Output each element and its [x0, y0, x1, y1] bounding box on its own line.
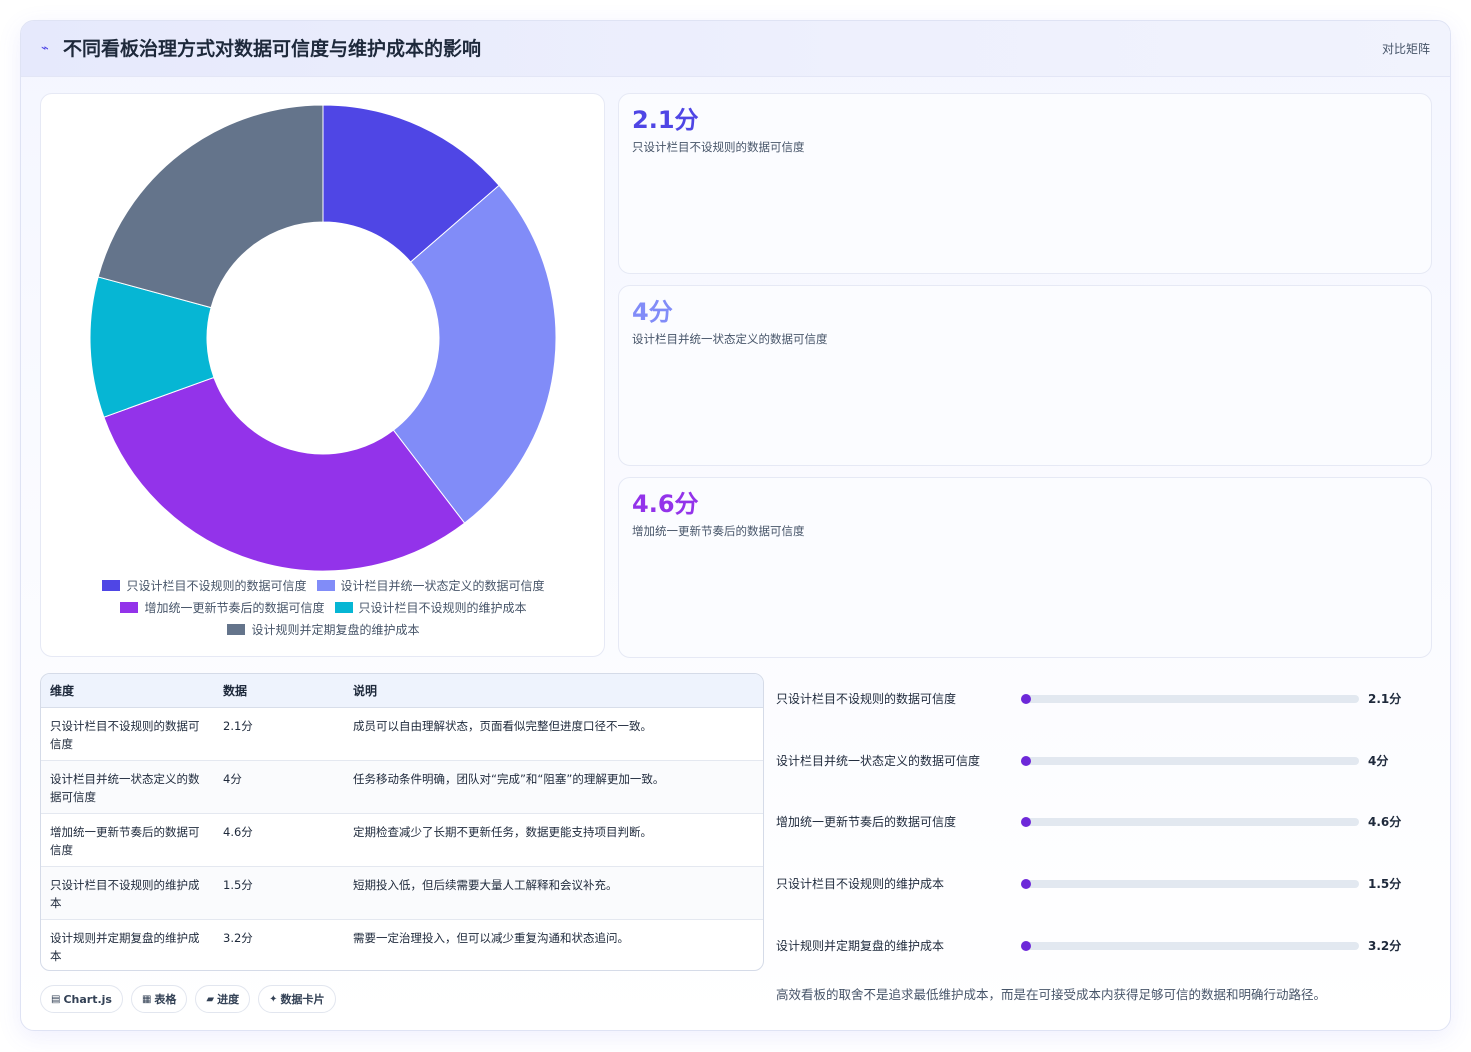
progress-dot — [1021, 879, 1031, 889]
kpi-card-3: 4.6分 增加统一更新节奏后的数据可信度 — [618, 477, 1432, 658]
table-cell-data: 2.1分 — [214, 707, 344, 761]
progress-dot — [1021, 817, 1031, 827]
progress-track — [1021, 817, 1359, 827]
progress-track — [1021, 879, 1359, 889]
chip-progress[interactable]: ▰ 进度 — [195, 985, 251, 1013]
progress-track — [1021, 941, 1359, 951]
table-cell-description: 成员可以自由理解状态，页面看似完整但进度口径不一致。 — [344, 707, 763, 761]
page-title: 不同看板治理方式对数据可信度与维护成本的影响 — [63, 38, 482, 60]
legend-label: 增加统一更新节奏后的数据可信度 — [144, 600, 325, 615]
table-cell-description: 任务移动条件明确，团队对“完成”和“阻塞”的理解更加一致。 — [344, 760, 763, 814]
legend-swatch — [120, 601, 139, 613]
chip-label: 数据卡片 — [280, 993, 325, 1006]
sparkline-icon: ⌁ — [41, 41, 49, 56]
legend-swatch — [102, 579, 121, 591]
kpi-label: 只设计栏目不设规则的数据可信度 — [632, 140, 805, 154]
table-cell-dimension: 设计栏目并统一状态定义的数据可信度 — [41, 760, 214, 814]
table-cell-description: 定期检查减少了长期不更新任务，数据更能支持项目判断。 — [344, 813, 763, 867]
table-row: 只设计栏目不设规则的维护成本 1.5分 短期投入低，但后续需要大量人工解释和会议… — [41, 866, 763, 920]
progress-value: 3.2分 — [1368, 939, 1402, 953]
progress-row: 设计规则并定期复盘的维护成本 3.2分 — [776, 934, 1432, 958]
legend-label: 设计规则并定期复盘的维护成本 — [251, 622, 420, 637]
table-row: 设计规则并定期复盘的维护成本 3.2分 需要一定治理投入，但可以减少重复沟通和状… — [41, 919, 763, 970]
table-cell-data: 4分 — [214, 760, 344, 814]
sparkle-icon: ✦ — [269, 993, 278, 1005]
legend-item[interactable]: 设计规则并定期复盘的维护成本 — [227, 618, 420, 640]
donut-slice-3[interactable] — [103, 376, 466, 572]
progress-value: 1.5分 — [1368, 877, 1402, 891]
progress-value: 2.1分 — [1368, 692, 1402, 706]
header-bar: ⌁ 不同看板治理方式对数据可信度与维护成本的影响 对比矩阵 — [21, 21, 1450, 77]
chip-label: Chart.js — [63, 992, 112, 1006]
donut-chart — [89, 104, 557, 572]
comparison-matrix-link[interactable]: 对比矩阵 — [1382, 41, 1430, 57]
table-cell-dimension: 只设计栏目不设规则的数据可信度 — [41, 707, 214, 761]
progress-row: 设计栏目并统一状态定义的数据可信度 4分 — [776, 749, 1432, 773]
table-cell-dimension: 增加统一更新节奏后的数据可信度 — [41, 813, 214, 867]
progress-label: 只设计栏目不设规则的维护成本 — [776, 877, 945, 891]
legend-item[interactable]: 只设计栏目不设规则的数据可信度 — [102, 574, 307, 596]
table-cell-data: 3.2分 — [223, 930, 253, 945]
progress-value: 4.6分 — [1368, 815, 1402, 829]
progress-track — [1021, 694, 1359, 704]
footer-note: 高效看板的取舍不是追求最低维护成本，而是在可接受成本内获得足够可信的数据和明确行… — [776, 987, 1327, 1002]
legend-item[interactable]: 设计栏目并统一状态定义的数据可信度 — [316, 574, 545, 596]
progress-dot — [1021, 756, 1031, 766]
progress-icon: ▰ — [206, 993, 215, 1005]
table-icon: ▦ — [141, 993, 152, 1005]
kpi-value: 4分 — [632, 298, 673, 326]
progress-row: 只设计栏目不设规则的维护成本 1.5分 — [776, 872, 1432, 896]
chip-chartjs[interactable]: ▤ Chart.js — [40, 985, 123, 1013]
table-header-row: 维度 数据 说明 — [41, 674, 763, 708]
progress-value: 4分 — [1368, 754, 1389, 768]
progress-label: 设计规则并定期复盘的维护成本 — [776, 939, 945, 953]
table-header-description: 说明 — [344, 674, 763, 708]
legend-item[interactable]: 只设计栏目不设规则的维护成本 — [334, 596, 527, 618]
chip-data-cards[interactable]: ✦ 数据卡片 — [258, 985, 336, 1013]
kpi-card-2: 4分 设计栏目并统一状态定义的数据可信度 — [618, 285, 1432, 466]
legend-swatch — [334, 601, 353, 613]
kpi-value: 2.1分 — [632, 106, 699, 134]
table-header-data: 数据 — [214, 674, 344, 708]
table-row: 只设计栏目不设规则的数据可信度 2.1分 成员可以自由理解状态，页面看似完整但进… — [41, 707, 763, 761]
legend-swatch — [227, 623, 246, 635]
legend-swatch — [316, 579, 335, 591]
progress-dot — [1021, 694, 1031, 704]
table-cell-data: 4.6分 — [214, 813, 344, 867]
legend-label: 只设计栏目不设规则的维护成本 — [358, 600, 527, 615]
progress-row: 增加统一更新节奏后的数据可信度 4.6分 — [776, 810, 1432, 834]
table-header-dimension: 维度 — [41, 674, 214, 708]
kpi-value: 4.6分 — [632, 490, 699, 518]
legend-label: 设计栏目并统一状态定义的数据可信度 — [340, 578, 545, 593]
data-table: 维度 数据 说明 只设计栏目不设规则的数据可信度 2.1分 成员可以自由理解状态… — [40, 673, 764, 971]
chip-bar: ▤ Chart.js ▦ 表格 ▰ 进度 ✦ 数据卡片 — [40, 985, 344, 1013]
table-row: 增加统一更新节奏后的数据可信度 4.6分 定期检查减少了长期不更新任务，数据更能… — [41, 813, 763, 867]
progress-label: 设计栏目并统一状态定义的数据可信度 — [776, 754, 981, 768]
donut-chart-card: 只设计栏目不设规则的数据可信度 设计栏目并统一状态定义的数据可信度 增加统一更新节奏… — [40, 93, 605, 657]
kpi-label: 设计栏目并统一状态定义的数据可信度 — [632, 332, 828, 346]
chart-legend: 只设计栏目不设规则的数据可信度 设计栏目并统一状态定义的数据可信度 增加统一更新节奏… — [61, 574, 586, 640]
kpi-label: 增加统一更新节奏后的数据可信度 — [632, 524, 805, 538]
table-row: 设计栏目并统一状态定义的数据可信度 4分 任务移动条件明确，团队对“完成”和“阻… — [41, 760, 763, 814]
legend-item[interactable]: 增加统一更新节奏后的数据可信度 — [120, 596, 325, 618]
table-cell-description: 需要一定治理投入，但可以减少重复沟通和状态追问。 — [353, 930, 629, 945]
progress-label: 只设计栏目不设规则的数据可信度 — [776, 692, 957, 706]
chip-label: 表格 — [154, 993, 177, 1006]
kpi-card-1: 2.1分 只设计栏目不设规则的数据可信度 — [618, 93, 1432, 274]
table-cell-data: 1.5分 — [214, 866, 344, 920]
progress-dot — [1021, 941, 1031, 951]
chip-table[interactable]: ▦ 表格 — [130, 985, 188, 1013]
table-cell-description: 短期投入低，但后续需要大量人工解释和会议补充。 — [344, 866, 763, 920]
donut-slice-5[interactable] — [97, 104, 324, 309]
dashboard-frame: ⌁ 不同看板治理方式对数据可信度与维护成本的影响 对比矩阵 只设计栏目不设规则的… — [20, 20, 1451, 1031]
table-cell-dimension: 只设计栏目不设规则的维护成本 — [41, 866, 214, 920]
chart-icon: ▤ — [51, 993, 61, 1005]
progress-track — [1021, 756, 1359, 766]
legend-label: 只设计栏目不设规则的数据可信度 — [126, 578, 307, 593]
table-cell-dimension: 设计规则并定期复盘的维护成本 — [50, 930, 200, 963]
chip-label: 进度 — [217, 993, 240, 1006]
progress-label: 增加统一更新节奏后的数据可信度 — [776, 815, 957, 829]
progress-row: 只设计栏目不设规则的数据可信度 2.1分 — [776, 687, 1432, 711]
